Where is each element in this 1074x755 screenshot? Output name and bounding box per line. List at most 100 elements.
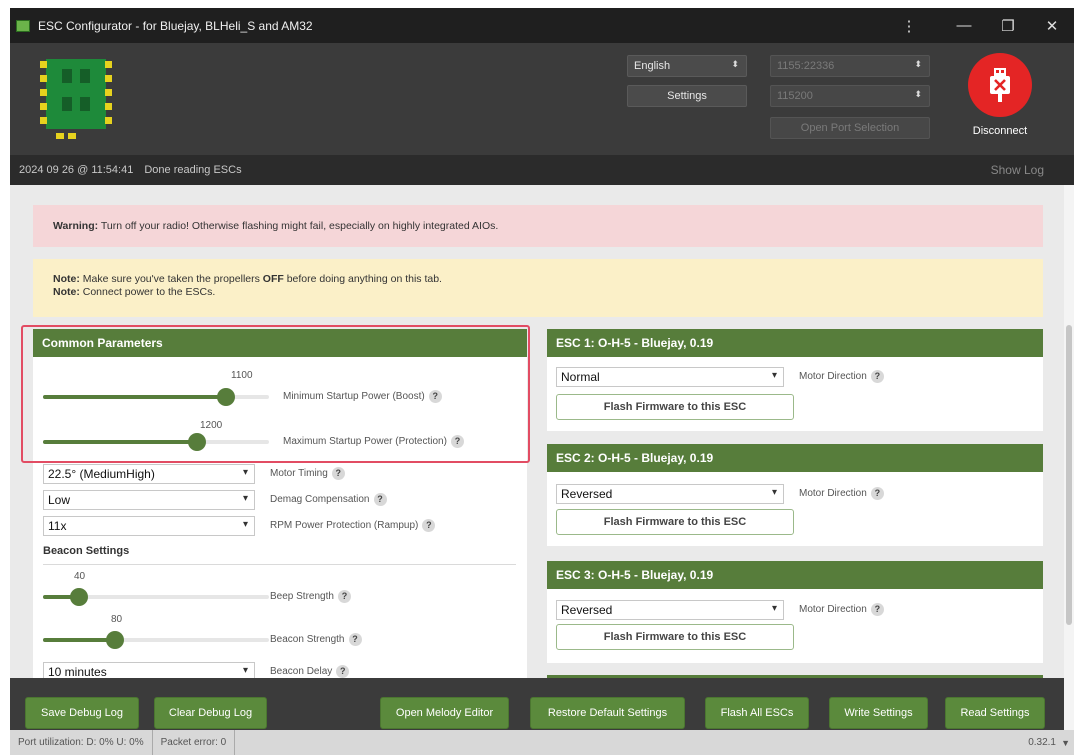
esc-panel-title: ESC 2: O-H-5 - Bluejay, 0.19 xyxy=(547,444,1043,472)
esc-panel-3: ESC 3: O-H-5 - Bluejay, 0.19 Reversed ▾ … xyxy=(547,561,1043,663)
chevron-down-icon: ▾ xyxy=(242,519,248,530)
settings-button[interactable]: Settings xyxy=(627,85,747,107)
read-settings-button[interactable]: Read Settings xyxy=(945,697,1045,729)
motor-timing-value: 22.5° (MediumHigh) xyxy=(48,467,155,481)
title-bar: ESC Configurator - for Bluejay, BLHeli_S… xyxy=(10,8,1074,43)
flash-all-escs-button[interactable]: Flash All ESCs xyxy=(705,697,809,729)
beep-strength-value: 40 xyxy=(74,571,86,582)
beacon-delay-value: 10 minutes xyxy=(48,665,107,678)
open-melody-editor-button[interactable]: Open Melody Editor xyxy=(380,697,509,729)
port-value: 1155:22336 xyxy=(777,60,835,72)
rpm-protection-label: RPM Power Protection (Rampup)? xyxy=(270,519,436,532)
help-icon[interactable]: ? xyxy=(870,603,884,616)
motor-direction-value: Reversed xyxy=(561,487,613,501)
warning-alert: Warning: Turn off your radio! Otherwise … xyxy=(33,205,1043,247)
motor-direction-select[interactable]: Reversed ▾ xyxy=(556,484,784,504)
restore-icon[interactable]: ❐ xyxy=(986,8,1030,43)
note-text: Make sure you've taken the propellers xyxy=(79,273,263,285)
language-value: English xyxy=(634,60,671,72)
help-icon[interactable]: ? xyxy=(373,493,387,506)
chevron-down-icon: ▾ xyxy=(242,493,248,504)
beep-strength-slider[interactable] xyxy=(43,588,269,606)
chevron-down-icon: ▾ xyxy=(771,370,777,381)
scrollbar-thumb[interactable] xyxy=(1066,325,1072,625)
show-log-link[interactable]: Show Log xyxy=(991,163,1044,177)
status-timestamp: 2024 09 26 @ 11:54:41 xyxy=(19,164,134,176)
warning-text: Turn off your radio! Otherwise flashing … xyxy=(98,220,499,232)
window-title: ESC Configurator - for Bluejay, BLHeli_S… xyxy=(38,18,313,33)
note-prefix: Note: xyxy=(53,273,80,285)
help-icon[interactable]: ? xyxy=(337,590,351,603)
help-icon[interactable]: ? xyxy=(422,519,436,532)
help-icon[interactable]: ? xyxy=(348,633,362,646)
write-settings-button[interactable]: Write Settings xyxy=(829,697,928,729)
beep-strength-label: Beep Strength? xyxy=(270,590,351,603)
baud-value: 115200 xyxy=(777,90,813,102)
beacon-strength-slider[interactable] xyxy=(43,631,269,649)
help-icon[interactable]: ? xyxy=(870,370,884,383)
motor-direction-value: Normal xyxy=(561,370,600,384)
esc-panel-1: ESC 1: O-H-5 - Bluejay, 0.19 Normal ▾ Mo… xyxy=(547,329,1043,431)
demag-label: Demag Compensation? xyxy=(270,493,387,506)
slider-fill xyxy=(43,638,116,642)
scroll-down-icon[interactable]: ▼ xyxy=(1061,738,1070,748)
help-icon[interactable]: ? xyxy=(331,467,345,480)
motor-direction-select[interactable]: Reversed ▾ xyxy=(556,600,784,620)
select-arrow-icon: ⬍ xyxy=(914,59,922,69)
clear-debug-log-button[interactable]: Clear Debug Log xyxy=(154,697,267,729)
esc-panel-2: ESC 2: O-H-5 - Bluejay, 0.19 Reversed ▾ … xyxy=(547,444,1043,546)
demag-value: Low xyxy=(48,493,71,507)
slider-thumb[interactable] xyxy=(106,631,125,649)
status-bar: 2024 09 26 @ 11:54:41 Done reading ESCs … xyxy=(10,155,1074,185)
scrollbar[interactable] xyxy=(1064,185,1074,730)
flash-firmware-button[interactable]: Flash Firmware to this ESC xyxy=(556,624,794,650)
language-select[interactable]: English ⬍ xyxy=(627,55,747,77)
chevron-down-icon: ▾ xyxy=(771,603,777,614)
more-options-icon[interactable]: ⋮ xyxy=(887,8,931,43)
disconnect-label: Disconnect xyxy=(972,125,1028,137)
help-icon[interactable]: ? xyxy=(336,665,350,678)
beacon-delay-select[interactable]: 10 minutes ▾ xyxy=(43,662,255,678)
note-bold: OFF xyxy=(262,273,284,285)
usb-disconnect-icon xyxy=(990,68,1010,102)
flash-firmware-button[interactable]: Flash Firmware to this ESC xyxy=(556,509,794,535)
close-icon[interactable]: ✕ xyxy=(1030,8,1074,43)
motor-timing-select[interactable]: 22.5° (MediumHigh) ▾ xyxy=(43,464,255,484)
demag-select[interactable]: Low ▾ xyxy=(43,490,255,510)
beacon-strength-value: 80 xyxy=(111,614,123,625)
packet-error: Packet error: 0 xyxy=(153,730,236,755)
motor-direction-label: Motor Direction? xyxy=(799,370,884,383)
rpm-protection-value: 11x xyxy=(48,519,67,533)
port-select[interactable]: 1155:22336 ⬍ xyxy=(770,55,930,77)
section-divider xyxy=(43,564,516,565)
esc-panel-title: ESC 1: O-H-5 - Bluejay, 0.19 xyxy=(547,329,1043,357)
note-alert: Note: Make sure you've taken the propell… xyxy=(33,259,1043,317)
rpm-protection-select[interactable]: 11x ▾ xyxy=(43,516,255,536)
warning-prefix: Warning: xyxy=(53,220,99,232)
note-text-end: before doing anything on this tab. xyxy=(283,273,442,285)
highlight-box xyxy=(21,325,530,463)
save-debug-log-button[interactable]: Save Debug Log xyxy=(25,697,139,729)
disconnect-button[interactable] xyxy=(968,53,1032,117)
motor-timing-label: Motor Timing? xyxy=(270,467,345,480)
select-arrow-icon: ⬍ xyxy=(731,59,739,69)
port-utilization: Port utilization: D: 0% U: 0% xyxy=(10,730,153,755)
app-icon xyxy=(16,19,30,32)
restore-default-settings-button[interactable]: Restore Default Settings xyxy=(530,697,685,729)
version-label: 0.32.1 xyxy=(1028,737,1056,748)
app-header: English ⬍ Settings 1155:22336 ⬍ 115200 ⬍… xyxy=(10,43,1074,155)
help-icon[interactable]: ? xyxy=(870,487,884,500)
beacon-settings-heading: Beacon Settings xyxy=(43,545,130,557)
bottom-status-bar: Port utilization: D: 0% U: 0% Packet err… xyxy=(10,730,1074,755)
status-message: Done reading ESCs xyxy=(144,164,242,176)
flash-firmware-button[interactable]: Flash Firmware to this ESC xyxy=(556,394,794,420)
motor-direction-label: Motor Direction? xyxy=(799,603,884,616)
motor-direction-select[interactable]: Normal ▾ xyxy=(556,367,784,387)
slider-thumb[interactable] xyxy=(70,588,89,606)
baud-select[interactable]: 115200 ⬍ xyxy=(770,85,930,107)
chevron-down-icon: ▾ xyxy=(771,487,777,498)
chevron-down-icon: ▾ xyxy=(242,665,248,676)
beacon-strength-label: Beacon Strength? xyxy=(270,633,362,646)
minimize-icon[interactable]: — xyxy=(942,8,986,43)
open-port-selection-button[interactable]: Open Port Selection xyxy=(770,117,930,139)
